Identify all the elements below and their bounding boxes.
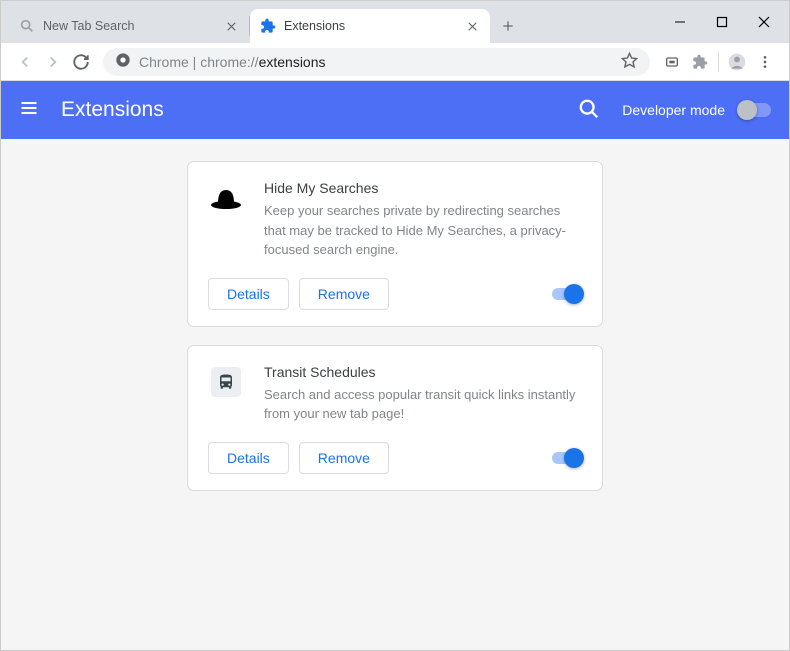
extension-card: Transit Schedules Search and access popu… xyxy=(187,345,603,491)
puzzle-icon xyxy=(260,18,276,34)
bus-icon xyxy=(208,364,244,400)
tab-bar: New Tab Search Extensions xyxy=(1,1,789,43)
remove-button[interactable]: Remove xyxy=(299,442,389,474)
extensions-header: Extensions Developer mode xyxy=(1,81,789,139)
extension-description: Keep your searches private by redirectin… xyxy=(264,201,582,260)
extension-name: Transit Schedules xyxy=(264,364,582,380)
extension-name: Hide My Searches xyxy=(264,180,582,196)
address-bar: Chrome | chrome://extensions xyxy=(1,43,789,81)
kebab-menu-icon[interactable] xyxy=(751,48,779,76)
close-window-button[interactable] xyxy=(757,15,771,29)
extensions-list: Hide My Searches Keep your searches priv… xyxy=(1,139,789,650)
close-icon[interactable] xyxy=(223,18,239,34)
minimize-button[interactable] xyxy=(673,15,687,29)
omnibox-text: Chrome | chrome://extensions xyxy=(139,54,621,70)
tab-title: New Tab Search xyxy=(43,19,223,33)
tab-new-tab-search[interactable]: New Tab Search xyxy=(9,9,249,43)
profile-icon[interactable] xyxy=(723,48,751,76)
tab-extensions[interactable]: Extensions xyxy=(250,9,490,43)
forward-button[interactable] xyxy=(39,48,67,76)
back-button[interactable] xyxy=(11,48,39,76)
search-icon xyxy=(19,18,35,34)
extension-toolbar-icon-2[interactable] xyxy=(686,48,714,76)
search-icon[interactable] xyxy=(578,98,602,122)
page-title: Extensions xyxy=(61,98,578,122)
enable-toggle[interactable] xyxy=(552,452,582,464)
developer-mode-toggle[interactable] xyxy=(737,103,771,117)
star-icon[interactable] xyxy=(621,52,638,72)
details-button[interactable]: Details xyxy=(208,442,289,474)
details-button[interactable]: Details xyxy=(208,278,289,310)
toolbar-separator xyxy=(718,52,719,72)
reload-button[interactable] xyxy=(67,48,95,76)
window-controls xyxy=(673,15,771,29)
hamburger-icon[interactable] xyxy=(19,98,43,122)
enable-toggle[interactable] xyxy=(552,288,582,300)
hat-icon xyxy=(208,180,244,216)
extension-description: Search and access popular transit quick … xyxy=(264,385,582,424)
close-icon[interactable] xyxy=(464,18,480,34)
extension-card: Hide My Searches Keep your searches priv… xyxy=(187,161,603,327)
chrome-icon xyxy=(115,52,131,71)
extension-toolbar-icon[interactable] xyxy=(658,48,686,76)
tab-title: Extensions xyxy=(284,19,464,33)
new-tab-button[interactable] xyxy=(494,12,522,40)
omnibox[interactable]: Chrome | chrome://extensions xyxy=(103,48,650,76)
developer-mode-label: Developer mode xyxy=(622,102,725,118)
maximize-button[interactable] xyxy=(715,15,729,29)
remove-button[interactable]: Remove xyxy=(299,278,389,310)
